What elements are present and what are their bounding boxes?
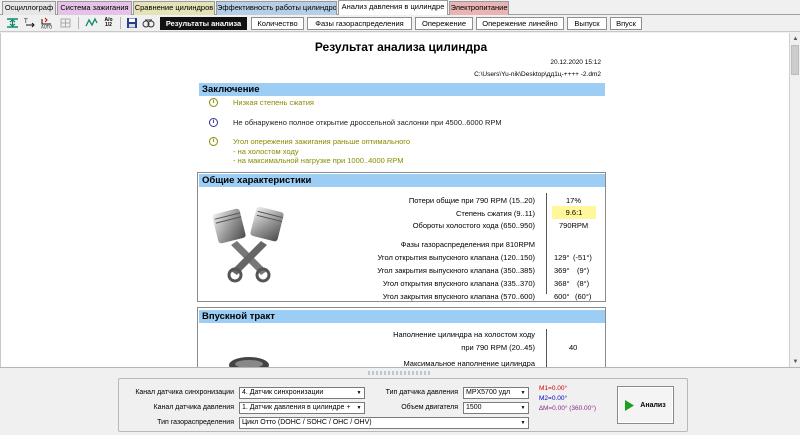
chevron-down-icon: ▼ — [518, 388, 528, 398]
toolbar: T AUTO A/o 1/2 Результаты анализа Количе… — [0, 15, 800, 32]
conclusion-text: - на холостом ходу — [233, 146, 299, 156]
sync-channel-label: Канал датчика синхронизации — [135, 389, 234, 396]
marker-m2: M2=0.00° — [539, 395, 568, 402]
conclusion-text: Не обнаружено полное открытие дроссельно… — [233, 118, 502, 127]
sensor-type-label: Тип датчика давления — [385, 389, 458, 396]
phase-label: Угол закрытия впускного клапана (570..60… — [382, 292, 535, 301]
sync-markers-icon[interactable] — [5, 16, 20, 30]
sensor-type-select[interactable]: MPX5700 удл ▼ — [463, 387, 529, 399]
valve-timing-title: Фазы газораспределения при 810RPM — [400, 240, 535, 249]
marker-m1: M1=0.00° — [539, 385, 568, 392]
scale-time-icon[interactable]: T — [22, 16, 37, 30]
engine-volume-label: Объем двигателя — [401, 404, 458, 411]
control-panel: Канал датчика синхронизации 4. Датчик си… — [0, 367, 800, 435]
phase-value: 600° — [554, 292, 570, 301]
play-icon — [625, 399, 635, 411]
auto-scale-icon[interactable]: AUTO — [39, 16, 54, 30]
conclusion-heading: Заключение — [199, 83, 605, 96]
conclusion-text: - на максимальной нагрузке при 1000..400… — [233, 156, 404, 165]
disabled-grid-icon[interactable] — [58, 16, 73, 30]
phase-label: Угол открытия выпускного клапана (120..1… — [377, 253, 535, 262]
intake-fill-label: Наполнение цилиндра на холостом ходу — [393, 330, 535, 339]
ratio-icon[interactable]: A/o 1/2 — [101, 16, 116, 30]
phase-value: 369° — [554, 266, 570, 275]
compression-ratio-value: 9.6:1 — [552, 206, 596, 219]
pressure-channel-label: Канал датчика давления — [153, 404, 234, 411]
save-icon[interactable] — [124, 16, 139, 30]
tab-cylinder-efficiency[interactable]: Эффективность работы цилиндров — [216, 1, 337, 15]
idle-rpm-value: 790RPM — [559, 221, 589, 230]
analyze-button[interactable]: Анализ — [617, 386, 674, 424]
general-heading: Общие характеристики — [199, 174, 605, 187]
compression-ratio-label: Степень сжатия (9..11) — [455, 209, 535, 218]
piston-illustration — [213, 206, 284, 283]
intake-manifold-illustration — [229, 357, 269, 367]
warning-icon: i — [209, 137, 218, 146]
chevron-down-icon: ▼ — [518, 418, 528, 428]
phase-label: Угол открытия впускного клапана (335..37… — [382, 279, 535, 288]
chevron-down-icon: ▼ — [354, 403, 364, 413]
tab-cylinder-pressure[interactable]: Анализ давления в цилиндре — [338, 0, 448, 16]
scroll-thumb[interactable] — [791, 45, 799, 75]
overall-loss-value: 17% — [566, 196, 582, 205]
tab-advance[interactable]: Опережение — [415, 17, 473, 30]
tab-exhaust[interactable]: Выпуск — [567, 17, 607, 30]
tab-power-supply[interactable]: Электропитание — [449, 1, 509, 15]
phase-value: 129° — [554, 253, 570, 262]
tab-cylinder-compare[interactable]: Сравнение цилиндров — [133, 1, 215, 15]
report-file-path: C:\Users\Yu-nik\Desktop\дд1ц-++++ -2.dm2 — [474, 71, 601, 78]
phase-delta: (9°) — [577, 266, 590, 275]
phase-value: 368° — [554, 279, 570, 288]
report-document[interactable]: Результат анализа цилиндра 20.12.2020 15… — [0, 33, 789, 367]
tab-advance-linear[interactable]: Опережение линейно — [476, 17, 564, 30]
intake-heading: Впускной тракт — [199, 310, 605, 323]
sync-channel-select[interactable]: 4. Датчик синхронизации ▼ — [239, 387, 365, 399]
info-icon: i — [209, 118, 218, 127]
module-tab-bar: Осциллограф Система зажигания Сравнение … — [0, 0, 800, 16]
chevron-down-icon: ▼ — [518, 403, 528, 413]
conclusion-item: i Низкая степень сжатия — [209, 98, 314, 108]
tab-oscilloscope[interactable]: Осциллограф — [2, 1, 56, 15]
svg-text:T: T — [23, 18, 28, 25]
valve-timing-type-select[interactable]: Цикл Отто (DOHC / SOHC / OHC / OHV) ▼ — [239, 417, 529, 429]
tab-count[interactable]: Количество — [251, 17, 304, 30]
chevron-down-icon: ▼ — [354, 388, 364, 398]
tab-ignition-system[interactable]: Система зажигания — [57, 1, 132, 15]
pressure-channel-select[interactable]: 1. Датчик давления в цилиндре + ▼ — [239, 402, 365, 414]
intake-fill-value: 40 — [569, 343, 578, 352]
scroll-down-icon[interactable]: ▼ — [790, 356, 800, 367]
valve-timing-type-label: Тип газораспределения — [157, 419, 234, 426]
conclusion-item: i Не обнаружено полное открытие дроссель… — [209, 118, 502, 128]
compare-icon[interactable] — [141, 16, 156, 30]
intake-fill-label-rpm: при 790 RPM (20..45) — [461, 343, 535, 352]
vertical-scrollbar[interactable]: ▲ ▼ — [789, 33, 800, 367]
report-title: Результат анализа цилиндра — [314, 40, 488, 54]
svg-text:AUTO: AUTO — [41, 25, 52, 30]
phase-label: Угол закрытия выпускного клапана (350..3… — [377, 266, 535, 275]
conclusion-item: i Угол опережения зажигания раньше оптим… — [209, 137, 410, 166]
phase-delta: (8°) — [577, 279, 590, 288]
waveform-icon[interactable] — [84, 16, 99, 30]
warning-icon: i — [209, 98, 218, 107]
tab-intake[interactable]: Впуск — [610, 17, 642, 30]
report-date: 20.12.2020 15:12 — [550, 59, 601, 66]
tab-analysis-results[interactable]: Результаты анализа — [160, 17, 247, 30]
analyze-button-label: Анализ — [640, 401, 666, 409]
conclusion-text: Угол опережения зажигания раньше оптимал… — [233, 137, 411, 146]
phase-delta: (60°) — [575, 292, 592, 301]
phase-delta: (-51°) — [573, 253, 592, 262]
tab-valve-timing[interactable]: Фазы газораспределения — [307, 17, 412, 30]
conclusion-text: Низкая степень сжатия — [233, 98, 314, 107]
overall-loss-label: Потери общие при 790 RPM (15..20) — [408, 196, 535, 205]
engine-volume-select[interactable]: 1500 ▼ — [463, 402, 529, 414]
marker-delta: ∆M=0.00° (360.00°) — [539, 405, 597, 412]
idle-rpm-label: Обороты холостого хода (650..950) — [412, 221, 535, 230]
max-fill-label: Максимальное наполнение цилиндра — [403, 359, 535, 367]
splitter-grip[interactable] — [368, 371, 432, 375]
scroll-up-icon[interactable]: ▲ — [790, 33, 800, 44]
